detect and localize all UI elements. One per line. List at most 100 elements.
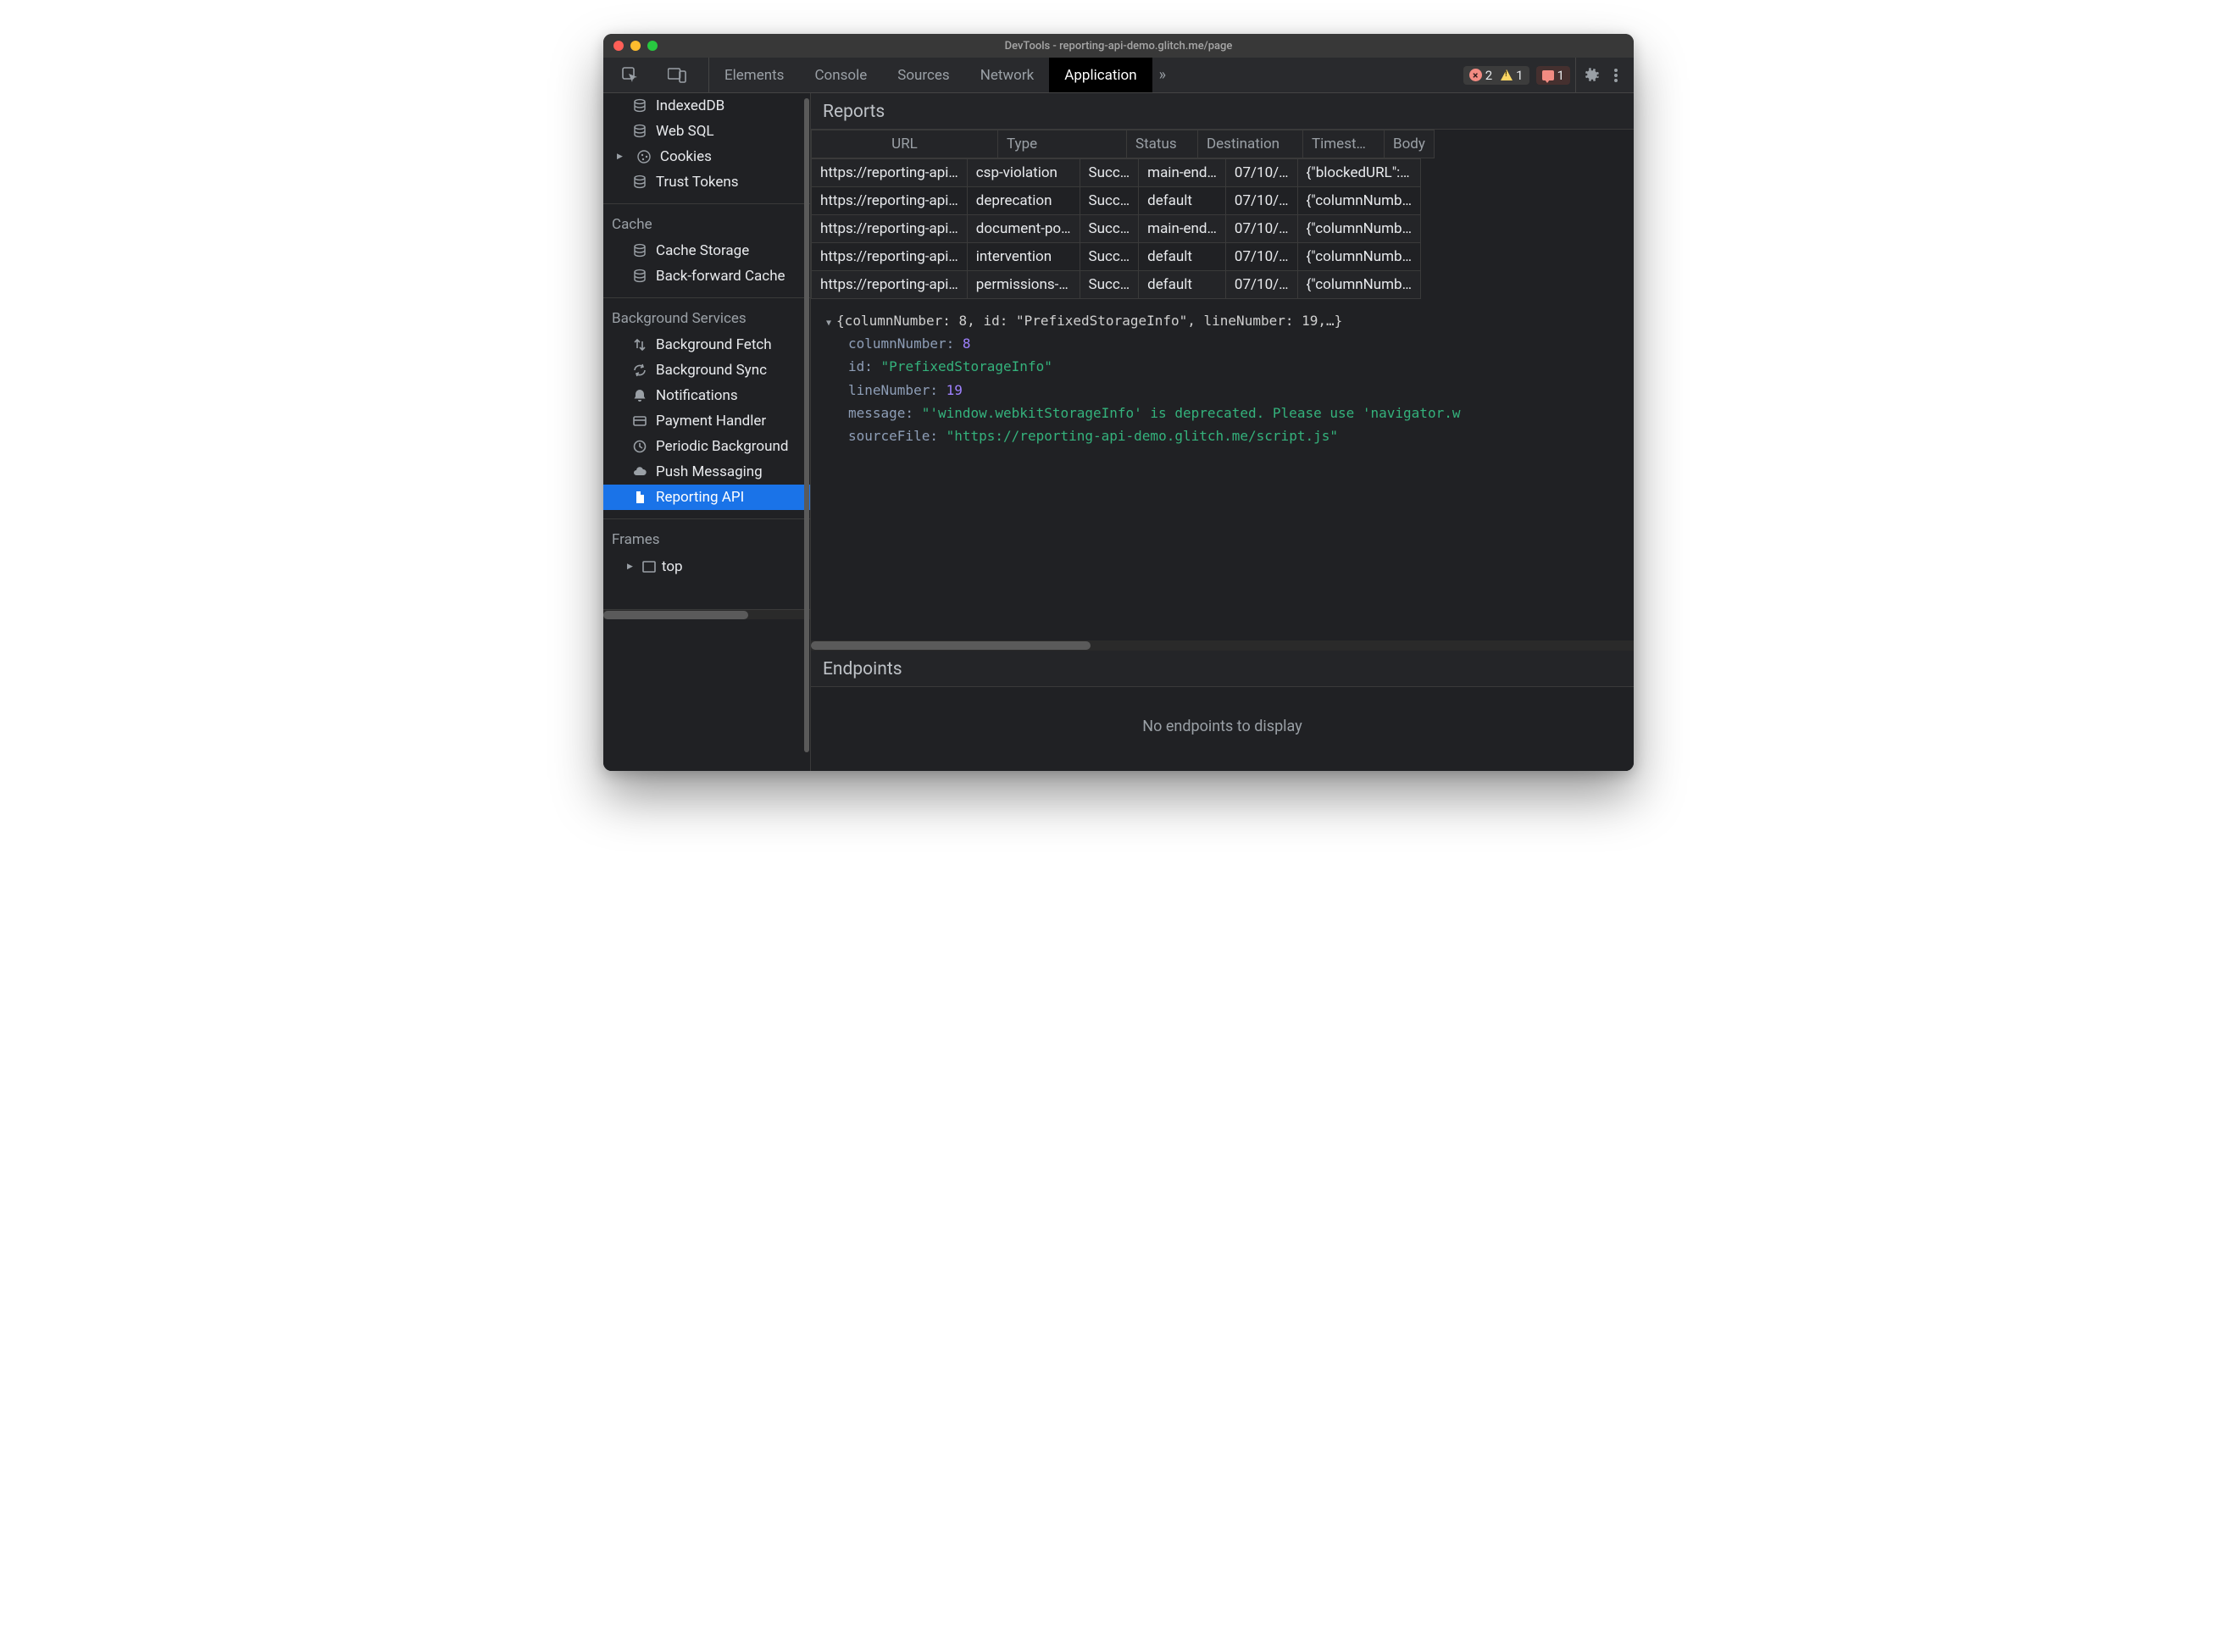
table-cell-dest: main-end…	[1139, 215, 1226, 243]
table-cell-ts: 07/10/…	[1225, 159, 1297, 187]
devtools-tabs: Elements Console Sources Network Applica…	[709, 58, 1152, 92]
sidebar-item-bf-cache[interactable]: Back-forward Cache	[603, 263, 810, 289]
sync-icon	[632, 363, 647, 378]
tab-elements[interactable]: Elements	[709, 58, 799, 92]
frame-icon	[641, 559, 657, 574]
detail-value: "https://reporting-api-demo.glitch.me/sc…	[946, 428, 1338, 444]
database-icon	[632, 124, 647, 139]
tab-application[interactable]: Application	[1049, 58, 1152, 92]
sidebar-item-label: Back-forward Cache	[656, 268, 785, 285]
table-row[interactable]: https://reporting-api…csp-violationSucc……	[812, 159, 1421, 187]
sidebar-item-reporting-api[interactable]: Reporting API	[603, 485, 810, 510]
reports-section-title: Reports	[811, 93, 1634, 130]
database-icon	[632, 98, 647, 114]
warning-count-value: 1	[1516, 68, 1523, 83]
table-cell-ts: 07/10/…	[1225, 187, 1297, 215]
detail-key: lineNumber:	[848, 382, 938, 398]
sidebar-item-periodic-bg[interactable]: Periodic Background	[603, 434, 810, 459]
table-cell-url: https://reporting-api…	[812, 187, 968, 215]
device-toolbar-icon[interactable]	[661, 68, 693, 83]
table-cell-type: permissions-…	[967, 271, 1080, 299]
col-body[interactable]: Body	[1385, 130, 1435, 158]
table-cell-dest: default	[1139, 187, 1226, 215]
table-cell-status: Succ…	[1080, 159, 1139, 187]
sidebar-item-label: Push Messaging	[656, 463, 763, 480]
bell-icon	[632, 388, 647, 403]
table-cell-ts: 07/10/…	[1225, 215, 1297, 243]
table-row[interactable]: https://reporting-api…deprecationSucc…de…	[812, 187, 1421, 215]
sidebar-group-bg-services: Background Services	[603, 298, 810, 332]
sidebar-item-label: Background Fetch	[656, 336, 772, 353]
col-type[interactable]: Type	[998, 130, 1127, 158]
detail-key: message:	[848, 405, 913, 421]
table-cell-type: deprecation	[967, 187, 1080, 215]
table-cell-body: {"columnNumb…	[1297, 187, 1420, 215]
table-cell-url: https://reporting-api…	[812, 215, 968, 243]
tab-sources[interactable]: Sources	[882, 58, 964, 92]
sidebar-horizontal-scrollbar[interactable]	[603, 609, 810, 619]
table-header-row: URL Type Status Destination Timest… Body	[812, 130, 1435, 158]
sidebar-item-label: Payment Handler	[656, 413, 766, 430]
table-cell-dest: default	[1139, 243, 1226, 271]
application-sidebar[interactable]: IndexedDB Web SQL Cookies Trust Tokens C…	[603, 93, 811, 771]
table-cell-status: Succ…	[1080, 215, 1139, 243]
tab-network[interactable]: Network	[965, 58, 1050, 92]
cloud-icon	[632, 464, 647, 480]
error-count[interactable]: 2 1	[1463, 66, 1529, 85]
report-detail-pane[interactable]: {columnNumber: 8, id: "PrefixedStorageIn…	[811, 299, 1634, 640]
sidebar-item-indexeddb[interactable]: IndexedDB	[603, 93, 810, 119]
sidebar-item-push-messaging[interactable]: Push Messaging	[603, 459, 810, 485]
sidebar-vertical-scrollbar[interactable]	[804, 98, 809, 766]
issues-icon	[1542, 70, 1554, 80]
settings-button[interactable]	[1575, 58, 1607, 92]
table-cell-dest: main-end…	[1139, 159, 1226, 187]
tab-console[interactable]: Console	[799, 58, 882, 92]
window-titlebar: DevTools - reporting-api-demo.glitch.me/…	[603, 34, 1634, 58]
col-timestamp[interactable]: Timest…	[1303, 130, 1385, 158]
sidebar-item-bg-fetch[interactable]: Background Fetch	[603, 332, 810, 358]
sidebar-item-label: top	[662, 558, 683, 575]
table-cell-ts: 07/10/…	[1225, 271, 1297, 299]
table-row[interactable]: https://reporting-api…permissions-…Succ……	[812, 271, 1421, 299]
col-url[interactable]: URL	[812, 130, 998, 158]
sidebar-item-payment-handler[interactable]: Payment Handler	[603, 408, 810, 434]
warning-icon	[1501, 69, 1513, 80]
issues-count[interactable]: 1	[1536, 66, 1570, 85]
window-title: DevTools - reporting-api-demo.glitch.me/…	[603, 40, 1634, 53]
sidebar-item-cookies[interactable]: Cookies	[603, 144, 810, 169]
sidebar-item-notifications[interactable]: Notifications	[603, 383, 810, 408]
inspect-element-icon[interactable]	[615, 67, 646, 84]
devtools-window: DevTools - reporting-api-demo.glitch.me/…	[603, 34, 1634, 771]
sidebar-item-label: Cache Storage	[656, 242, 749, 259]
more-menu-button[interactable]	[1607, 58, 1625, 92]
sidebar-item-bg-sync[interactable]: Background Sync	[603, 358, 810, 383]
issues-count-value: 1	[1557, 68, 1564, 83]
sidebar-item-trust-tokens[interactable]: Trust Tokens	[603, 169, 810, 195]
updown-icon	[632, 337, 647, 352]
console-status-counts[interactable]: 2 1 1	[1458, 58, 1570, 92]
cookie-icon	[636, 149, 652, 164]
sidebar-item-cache-storage[interactable]: Cache Storage	[603, 238, 810, 263]
table-cell-body: {"columnNumb…	[1297, 215, 1420, 243]
sidebar-item-frame-top[interactable]: top	[603, 553, 810, 580]
table-row[interactable]: https://reporting-api…document-po…Succ…m…	[812, 215, 1421, 243]
table-cell-dest: default	[1139, 271, 1226, 299]
table-cell-type: csp-violation	[967, 159, 1080, 187]
table-row[interactable]: https://reporting-api…interventionSucc…d…	[812, 243, 1421, 271]
col-destination[interactable]: Destination	[1198, 130, 1303, 158]
table-cell-url: https://reporting-api…	[812, 271, 968, 299]
kebab-icon	[1613, 67, 1618, 84]
table-cell-status: Succ…	[1080, 271, 1139, 299]
sidebar-item-websql[interactable]: Web SQL	[603, 119, 810, 144]
col-status[interactable]: Status	[1127, 130, 1198, 158]
database-icon	[632, 175, 647, 190]
detail-summary[interactable]: {columnNumber: 8, id: "PrefixedStorageIn…	[826, 309, 1622, 332]
endpoints-section-title: Endpoints	[811, 651, 1634, 687]
sidebar-item-label: Reporting API	[656, 489, 744, 506]
table-cell-status: Succ…	[1080, 187, 1139, 215]
detail-horizontal-scrollbar[interactable]	[811, 640, 1634, 651]
tabs-overflow-button[interactable]: »	[1152, 58, 1173, 92]
sidebar-item-label: Trust Tokens	[656, 174, 739, 191]
error-icon	[1469, 69, 1482, 81]
detail-key: id:	[848, 358, 873, 374]
